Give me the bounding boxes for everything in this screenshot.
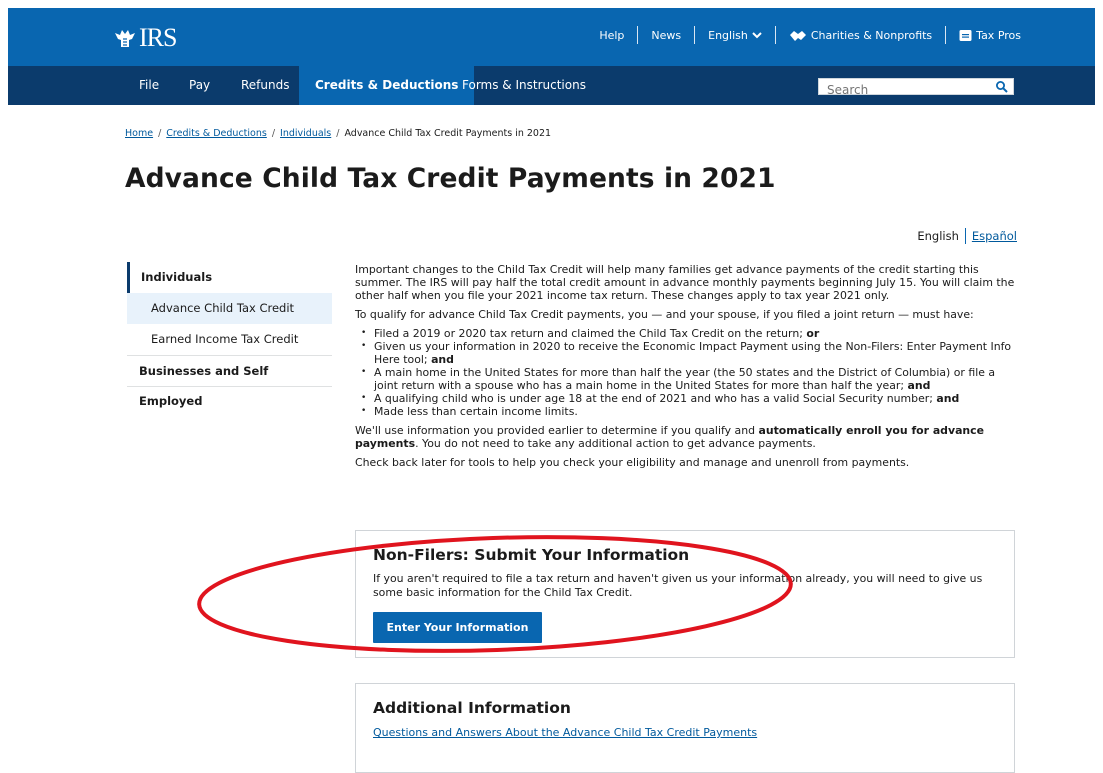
handshake-icon [789,30,806,41]
nav-credits-deductions[interactable]: Credits & Deductions [299,66,475,105]
language-dropdown[interactable]: English [708,29,762,42]
news-link[interactable]: News [651,29,681,42]
breadcrumb-credits[interactable]: Credits & Deductions [166,128,267,139]
intro-paragraph: Important changes to the Child Tax Credi… [355,263,1015,302]
breadcrumb-current: Advance Child Tax Credit Payments in 202… [344,128,552,139]
qa-link[interactable]: Questions and Answers About the Advance … [373,726,757,739]
enter-your-information-button[interactable]: Enter Your Information [373,612,542,643]
sidebar-item-advance-ctc[interactable]: Advance Child Tax Credit [127,293,332,324]
divider [637,26,639,44]
additional-info-title: Additional Information [373,699,571,717]
list-item: Made less than certain income limits. [355,405,1020,418]
list-item: A qualifying child who is under age 18 a… [355,392,1020,405]
check-back-paragraph: Check back later for tools to help you c… [355,456,910,469]
breadcrumb-individuals[interactable]: Individuals [280,128,331,139]
tax-pros-link[interactable]: Tax Pros [959,29,1021,42]
page-title: Advance Child Tax Credit Payments in 202… [125,163,776,194]
list-item: Filed a 2019 or 2020 tax return and clai… [355,327,1020,340]
main-nav: File Pay Refunds Credits & Deductions Fo… [8,66,1095,105]
nav-refunds[interactable]: Refunds [241,66,290,105]
sidebar-item-individuals[interactable]: Individuals [127,262,332,293]
help-link[interactable]: Help [599,29,624,42]
nonfilers-text: If you aren't required to file a tax ret… [373,572,983,599]
nonfilers-card: Non-Filers: Submit Your Information If y… [355,530,1015,658]
nonfilers-title: Non-Filers: Submit Your Information [373,546,690,564]
utility-nav: Help News English Charities & Nonprofits… [599,26,1021,44]
tax-pros-label: Tax Pros [976,28,1021,42]
list-item: Given us your information in 2020 to rec… [355,340,1020,366]
sidebar-item-eitc[interactable]: Earned Income Tax Credit [127,324,332,355]
language-espanol-link[interactable]: Español [972,229,1017,243]
nav-pay[interactable]: Pay [189,66,210,105]
sidebar-item-businesses[interactable]: Businesses and Self Employed [127,355,332,408]
additional-info-card: Additional Information Questions and Ans… [355,683,1015,773]
eagle-logo-icon [115,30,135,47]
search-icon[interactable] [995,80,1009,93]
divider [945,26,947,44]
list-item: A main home in the United States for mor… [355,366,1020,392]
search-field [818,78,1014,98]
briefcase-icon [959,29,972,41]
nav-file[interactable]: File [139,66,159,105]
charities-link[interactable]: Charities & Nonprofits [789,29,932,42]
qualify-intro: To qualify for advance Child Tax Credit … [355,308,974,321]
enroll-paragraph: We'll use information you provided earli… [355,424,985,450]
breadcrumb-home[interactable]: Home [125,128,153,139]
chevron-down-icon [752,31,762,38]
language-toggle: English Español [917,228,1017,244]
logo-wordmark: IRS [139,23,177,52]
main-content: Important changes to the Child Tax Credi… [355,263,1020,475]
divider [774,26,776,44]
sidebar: Individuals Advance Child Tax Credit Ear… [127,262,332,408]
divider [694,26,696,44]
charities-label: Charities & Nonprofits [810,28,933,42]
search-input[interactable] [819,82,977,98]
qualify-list: Filed a 2019 or 2020 tax return and clai… [355,327,1020,418]
nav-forms-instructions[interactable]: Forms & Instructions [462,66,586,105]
breadcrumb: Home / Credits & Deductions / Individuals / Ad… [125,128,552,139]
language-current: English [917,229,959,243]
language-label: English [708,28,748,42]
irs-logo[interactable]: IRS [113,23,177,53]
